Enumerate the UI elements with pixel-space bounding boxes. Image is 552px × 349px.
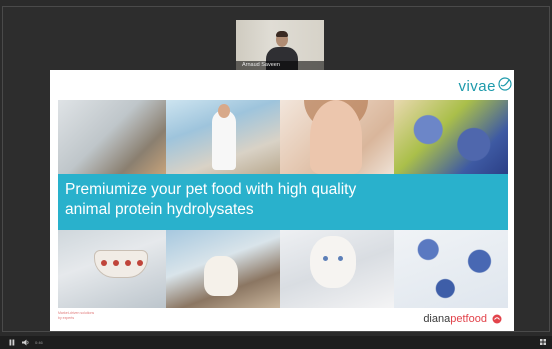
footer-tagline: Market-driven solutions by experts bbox=[58, 311, 95, 320]
girl-face bbox=[310, 100, 362, 174]
photo-dog-window bbox=[58, 100, 166, 174]
speaker-icon bbox=[22, 339, 29, 346]
brand-diana: diana bbox=[423, 313, 451, 325]
participant-name: Arnaud Saveen bbox=[236, 61, 324, 70]
photo-blueberries-white bbox=[394, 230, 508, 308]
time-readout: 0:46 bbox=[35, 340, 43, 345]
photo-pet-bowl bbox=[58, 230, 166, 308]
shared-slide: vivae Premiumize your pet food with high… bbox=[50, 70, 514, 331]
photo-white-kitten bbox=[280, 230, 394, 308]
grid-icon bbox=[540, 339, 546, 345]
dianapetfood-logo: dianapetfood bbox=[423, 313, 502, 325]
brand-petfood: petfood bbox=[450, 313, 487, 325]
volume-button[interactable] bbox=[22, 339, 30, 346]
runner-head bbox=[218, 104, 230, 118]
logo-text: vivae bbox=[458, 78, 496, 95]
slide-title-line1: Premiumize your pet food with high quali… bbox=[65, 181, 357, 198]
runner-figure bbox=[212, 110, 236, 170]
participant-hair bbox=[276, 31, 288, 37]
dog-figure bbox=[204, 256, 238, 296]
kitten-figure bbox=[310, 236, 356, 288]
bowl-icon bbox=[94, 250, 148, 278]
layout-button[interactable] bbox=[540, 339, 546, 346]
participant-video-tile[interactable]: Arnaud Saveen bbox=[236, 20, 324, 70]
slide-title-line2: animal protein hydrolysates bbox=[65, 201, 254, 218]
title-banner: Premiumize your pet food with high quali… bbox=[58, 174, 508, 230]
photo-blueberries bbox=[394, 100, 508, 174]
pause-icon bbox=[9, 339, 15, 346]
player-controls: 0:46 bbox=[0, 336, 552, 349]
photo-white-dog bbox=[166, 230, 280, 308]
photo-girl bbox=[280, 100, 394, 174]
pause-button[interactable] bbox=[9, 339, 15, 346]
meeting-window: Arnaud Saveen vivae Premiumize your pet … bbox=[0, 0, 552, 349]
logo-leaf-icon bbox=[498, 77, 512, 91]
vivae-logo: vivae bbox=[458, 77, 512, 95]
slide-title: Premiumize your pet food with high quali… bbox=[65, 180, 465, 220]
photo-woman-running bbox=[166, 100, 280, 174]
brand-emblem-icon bbox=[492, 314, 502, 324]
